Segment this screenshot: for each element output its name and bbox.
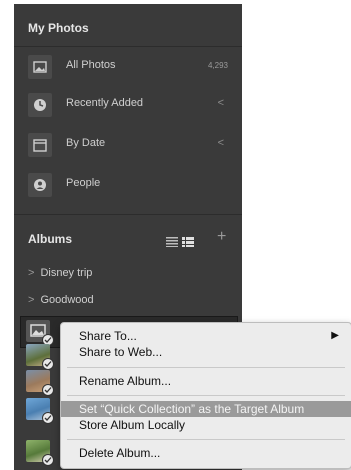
album-item-disney-trip[interactable]: > Disney trip [28,267,92,279]
sidebar-item-label: All Photos [66,59,116,71]
add-album-button[interactable]: + [217,228,226,246]
album-context-menu: Share To... ▶ Share to Web... Rename Alb… [60,322,351,469]
chevron-right-icon: > [28,294,35,306]
list-view-icon[interactable] [166,234,178,252]
my-photos-title: My Photos [28,21,89,35]
divider [14,214,242,215]
menu-separator [67,395,345,396]
chevron-left-icon[interactable]: < [218,97,224,109]
check-icon [42,384,54,396]
albums-title: Albums [28,232,73,246]
sidebar-item-label: People [66,177,101,189]
menu-item-set-quick-collection[interactable]: Set “Quick Collection” as the Target Alb… [61,401,351,417]
menu-item-delete-album[interactable]: Delete Album... [61,445,351,461]
menu-item-store-album-locally[interactable]: Store Album Locally [61,417,351,433]
clock-icon [28,93,52,117]
check-icon [42,412,54,424]
menu-item-share-to[interactable]: Share To... ▶ [61,328,351,344]
album-item-goodwood[interactable]: > Goodwood [28,294,94,306]
menu-item-share-to-web[interactable]: Share to Web... [61,344,351,360]
menu-item-label: Share To... [79,329,137,343]
album-thumbnail[interactable] [26,370,54,396]
chevron-right-icon: > [28,267,35,279]
menu-separator [67,367,345,368]
menu-item-rename-album[interactable]: Rename Album... [61,373,351,389]
photo-count: 4,293 [207,61,228,70]
album-label: Disney trip [40,267,93,279]
person-icon [28,173,52,197]
detail-list-icon[interactable] [182,234,194,252]
chevron-left-icon[interactable]: < [218,137,224,149]
menu-separator [67,439,345,440]
sidebar-item-by-date[interactable]: By Date < [14,128,242,162]
calendar-icon [28,133,52,157]
album-thumbnail[interactable] [26,440,54,466]
photo-icon [28,55,52,79]
divider [14,46,242,47]
album-thumbnail[interactable] [26,320,54,346]
album-label: Goodwood [40,294,94,306]
sidebar-item-recently-added[interactable]: Recently Added < [14,88,242,122]
sidebar-item-label: By Date [66,137,106,149]
sidebar-item-people[interactable]: People [14,168,242,202]
album-thumbnail[interactable] [26,398,54,424]
submenu-arrow-icon: ▶ [331,330,339,341]
check-icon [42,358,54,370]
check-icon [42,454,54,466]
album-thumbnail[interactable] [26,344,54,370]
sidebar-item-label: Recently Added [66,97,144,109]
sidebar-item-all-photos[interactable]: All Photos 4,293 [14,50,242,84]
